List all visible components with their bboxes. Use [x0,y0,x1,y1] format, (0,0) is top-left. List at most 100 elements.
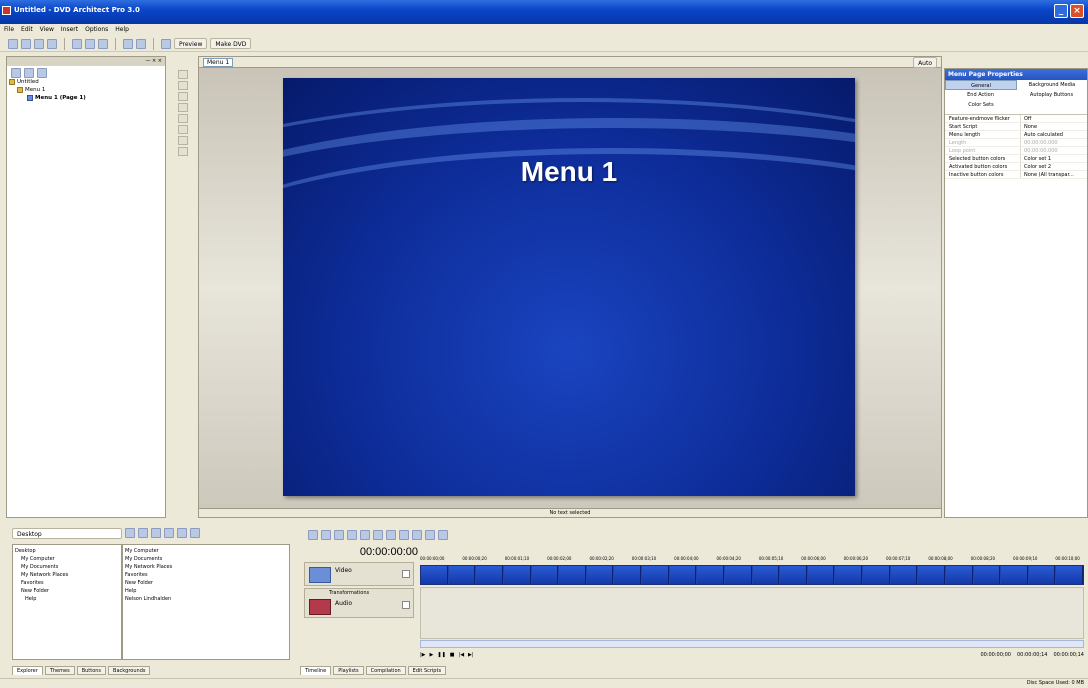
undo-icon[interactable] [123,38,133,49]
menu-title-text[interactable]: Menu 1 [283,156,855,188]
prev-icon[interactable]: |◀ [459,652,465,662]
tab-themes[interactable]: Themes [44,666,75,675]
list-item[interactable]: My Documents [125,555,287,563]
tree-item[interactable]: My Computer [15,555,119,563]
audio-track-strip[interactable] [420,587,1084,639]
stop-icon[interactable] [177,528,187,538]
property-row[interactable]: Selected button colors Color set 1 [945,155,1087,163]
up-folder-icon[interactable] [125,528,135,538]
background-media-button[interactable]: Background Media [1017,80,1087,90]
property-row[interactable]: Inactive button colors None (All transpar… [945,171,1087,179]
up-icon[interactable] [37,68,47,78]
menu-options[interactable]: Options [85,26,108,34]
open-icon[interactable] [21,38,31,49]
tab-edit-scripts[interactable]: Edit Scripts [407,666,447,675]
tree-item-menu[interactable]: Menu 1 [9,86,165,94]
list-item[interactable]: My Computer [125,547,287,555]
align-right-icon[interactable] [178,114,188,123]
tab-compilation[interactable]: Compilation [365,666,406,675]
play-from-start-icon[interactable]: |▶ [420,652,426,662]
tree-item[interactable]: My Network Places [15,571,119,579]
play-icon[interactable] [164,528,174,538]
chapter-icon[interactable] [425,530,435,540]
play-icon[interactable]: ▶ [430,652,434,662]
audio-track-header[interactable]: Transformations Audio [304,588,414,618]
paste-icon[interactable] [360,530,370,540]
pause-icon[interactable]: ❚❚ [437,652,445,662]
menu-help[interactable]: Help [115,26,129,34]
paste-icon[interactable] [98,38,108,49]
tree-item[interactable]: Favorites [15,579,119,587]
tab-menu-1[interactable]: Menu 1 [203,57,234,67]
track-options-icon[interactable] [402,570,410,578]
list-item[interactable]: Favorites [125,571,287,579]
align-left-icon[interactable] [178,92,188,101]
tree-item-menu-page[interactable]: Menu 1 (Page 1) [9,94,165,102]
property-row[interactable]: Start Script None [945,123,1087,131]
text-tool-icon[interactable] [178,81,188,90]
tab-playlists[interactable]: Playlists [333,666,364,675]
next-icon[interactable]: ▶| [468,652,474,662]
menu-insert[interactable]: Insert [61,26,78,34]
delete-icon[interactable] [151,528,161,538]
add-icon[interactable] [11,68,21,78]
tree-item[interactable]: My Documents [15,563,119,571]
track-options-icon[interactable] [402,601,410,609]
views-icon[interactable] [190,528,200,538]
cut-icon[interactable] [72,38,82,49]
autoplay-buttons-button[interactable]: Autoplay Buttons [1016,90,1087,100]
align-center-icon[interactable] [178,103,188,112]
tab-backgrounds[interactable]: Backgrounds [108,666,151,675]
grid-icon[interactable] [178,147,188,156]
tree-item[interactable]: New Folder [15,587,119,595]
zoom-select[interactable]: Auto [913,56,937,68]
minimize-button[interactable]: _ [1054,4,1068,18]
close-button[interactable]: × [1070,4,1084,18]
copy-icon[interactable] [347,530,357,540]
save-all-icon[interactable] [47,38,57,49]
video-track-header[interactable]: Video [304,562,414,586]
list-item[interactable]: My Network Places [125,563,287,571]
property-row[interactable]: Activated button colors Color set 2 [945,163,1087,171]
menu-edit[interactable]: Edit [21,26,33,34]
search-icon[interactable] [373,530,383,540]
snap-icon[interactable] [386,530,396,540]
end-action-button[interactable]: End Action [945,90,1016,100]
select-tool-icon[interactable] [178,70,188,79]
marker-icon[interactable] [399,530,409,540]
address-select[interactable]: Desktop [12,527,122,539]
tab-buttons[interactable]: Buttons [76,666,107,675]
video-track-strip[interactable] [420,565,1084,585]
new-icon[interactable] [8,38,18,49]
refresh-icon[interactable] [138,528,148,538]
size-icon[interactable] [178,136,188,145]
undo-icon[interactable] [308,530,318,540]
redo-icon[interactable] [136,38,146,49]
tab-timeline[interactable]: Timeline [300,666,332,675]
color-sets-button[interactable]: Color Sets [945,100,1017,110]
save-icon[interactable] [34,38,44,49]
region-icon[interactable] [412,530,422,540]
stop-icon[interactable]: ■ [450,652,455,662]
optimize-icon[interactable] [161,38,171,49]
redo-icon[interactable] [321,530,331,540]
property-row[interactable]: Feature-endmove flicker Off [945,115,1087,123]
cut-icon[interactable] [334,530,344,540]
timeline-scrollbar[interactable] [420,640,1084,648]
time-ruler[interactable]: 00:00:00;00 00:00:00;20 00:00:01;10 00:0… [420,556,1084,564]
general-button[interactable]: General [945,80,1017,90]
distribute-icon[interactable] [178,125,188,134]
tree-item-project[interactable]: Untitled [9,78,165,86]
back-icon[interactable] [24,68,34,78]
menu-view[interactable]: View [40,26,54,34]
preview-button[interactable]: Preview [174,38,208,49]
menu-file[interactable]: File [4,26,14,34]
tree-item[interactable]: Desktop [15,547,119,555]
tab-explorer[interactable]: Explorer [12,666,43,675]
make-dvd-button[interactable]: Make DVD [210,38,252,49]
loop-icon[interactable] [438,530,448,540]
list-item[interactable]: Nelson Lindhalden [125,595,287,603]
menu-background[interactable]: Menu 1 [283,78,855,496]
copy-icon[interactable] [85,38,95,49]
property-row[interactable]: Menu length Auto calculated [945,131,1087,139]
